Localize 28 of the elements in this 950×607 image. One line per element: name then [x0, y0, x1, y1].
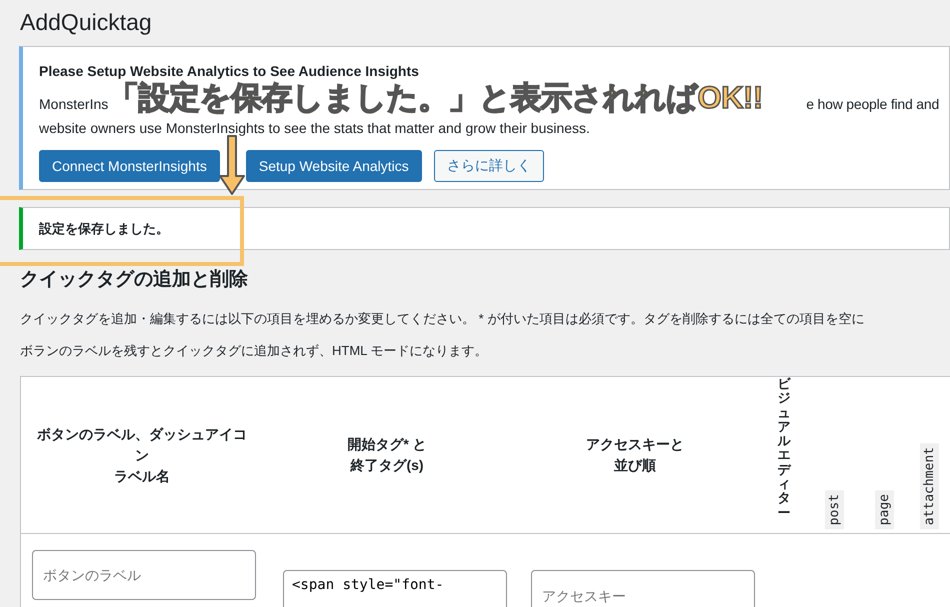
notice-text-fragment: MonsterIns [39, 95, 108, 114]
description-text: ボランのラベルを残すとクイックタグに追加されず、HTML モードになります。 [20, 342, 488, 360]
notice-heading: Please Setup Website Analytics to See Audience Insights [39, 62, 419, 81]
page-title: AddQuicktag [20, 8, 153, 37]
column-heading: 開始タグ* と [347, 435, 427, 454]
callout-text: 「設定を保存しました。」と表示されればOK!! [108, 80, 763, 116]
column-heading: ボタンのラベル、ダッシュアイコ [37, 424, 247, 444]
notice-button[interactable]: Setup Website Analytics [246, 150, 422, 182]
column-heading: アクセスキーと [586, 435, 684, 454]
arrow-icon [219, 134, 245, 196]
description-text: クイックタグを追加・編集するには以下の項目を埋めるか変更してください。 * が付いた項目は必須です。タグを削除するには全ての項目を空に [20, 310, 864, 328]
column-heading: 終了タグ(s) [350, 456, 424, 475]
column-heading: 並び順 [614, 456, 656, 475]
notice-text-fragment: e how people find and [806, 95, 940, 114]
label-input-field[interactable]: ボタンのラベル [32, 550, 256, 600]
notice-text: website owners use MonsterInsights to see the stats that matter and grow their business. [39, 119, 590, 138]
access-key-field[interactable]: アクセスキー [531, 570, 755, 607]
column-heading: page [874, 490, 894, 529]
column-heading: attachment [920, 442, 938, 529]
notice-button[interactable]: Connect MonsterInsights [39, 150, 220, 182]
column-heading: post [824, 490, 844, 529]
section-heading: クイックタグの追加と削除 [20, 268, 249, 292]
start-tag-field[interactable]: <span style="font- [283, 570, 507, 607]
column-heading: ン [135, 446, 149, 464]
notice-button[interactable]: さらに詳しく [434, 150, 544, 182]
column-heading: ビジュアルエディター [778, 377, 790, 520]
column-heading: ラベル名 [114, 466, 170, 486]
success-message: 設定を保存しました。 [39, 220, 169, 238]
